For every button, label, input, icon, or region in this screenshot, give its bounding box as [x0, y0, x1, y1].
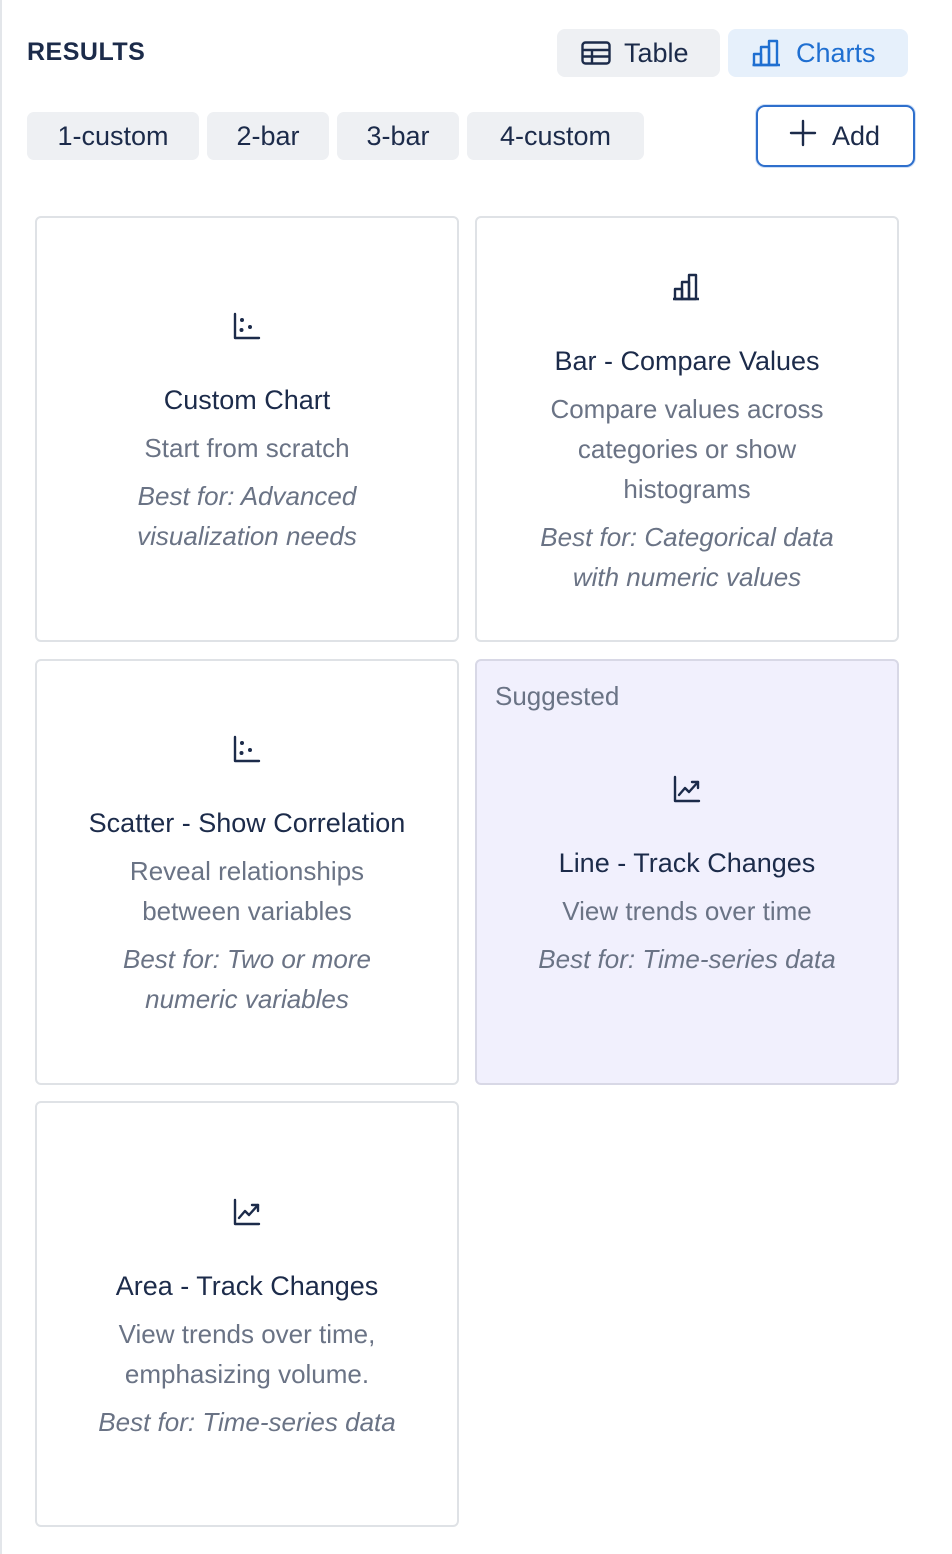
- card-title: Custom Chart: [163, 385, 331, 415]
- tab-3-bar[interactable]: 3-bar: [337, 112, 459, 160]
- scatter-chart-icon: [232, 733, 262, 765]
- card-description: Start from scratch: [144, 433, 350, 463]
- tab-1-custom[interactable]: 1-custom: [27, 112, 199, 160]
- chart-option-scatter[interactable]: Scatter - Show Correlation Reveal relati…: [35, 659, 459, 1085]
- card-best-for: Best for: Categorical data with numeric …: [540, 522, 834, 592]
- add-chart-button[interactable]: Add: [756, 105, 915, 167]
- card-best-for: Best for: Advanced visualization needs: [137, 481, 357, 551]
- chart-option-area[interactable]: Area - Track Changes View trends over ti…: [35, 1101, 459, 1527]
- card-description: Reveal relationships between variables: [129, 856, 365, 926]
- tab-label: 2-bar: [236, 120, 300, 151]
- card-best-for: Best for: Time-series data: [538, 944, 836, 974]
- bar-chart-icon: [672, 271, 702, 303]
- tab-4-custom[interactable]: 4-custom: [467, 112, 644, 160]
- card-description: View trends over time, emphasizing volum…: [118, 1319, 376, 1389]
- charts-view-button[interactable]: Charts: [728, 29, 908, 77]
- chart-option-custom[interactable]: Custom Chart Start from scratch Best for…: [35, 216, 459, 642]
- results-panel: RESULTS Table Charts 1-custom 2-bar 3-ba…: [0, 0, 952, 1554]
- card-title: Bar - Compare Values: [554, 346, 820, 376]
- chart-option-bar[interactable]: Bar - Compare Values Compare values acro…: [475, 216, 899, 642]
- add-label: Add: [832, 120, 881, 151]
- results-heading: RESULTS: [27, 38, 146, 66]
- table-view-button[interactable]: Table: [557, 29, 720, 77]
- suggested-badge: Suggested: [495, 681, 620, 711]
- card-best-for: Best for: Time-series data: [98, 1407, 396, 1437]
- table-view-label: Table: [624, 37, 689, 68]
- tab-label: 4-custom: [499, 120, 612, 151]
- card-title: Scatter - Show Correlation: [88, 808, 406, 838]
- card-description: Compare values across categories or show…: [550, 394, 824, 504]
- card-title: Line - Track Changes: [558, 848, 816, 878]
- card-description: View trends over time: [562, 896, 812, 926]
- tab-2-bar[interactable]: 2-bar: [207, 112, 329, 160]
- line-chart-icon: [672, 773, 702, 805]
- card-best-for: Best for: Two or more numeric variables: [122, 944, 372, 1014]
- charts-view-label: Charts: [796, 37, 876, 68]
- scatter-chart-icon: [232, 310, 262, 342]
- tab-label: 3-bar: [366, 120, 430, 151]
- tab-label: 1-custom: [57, 120, 169, 151]
- table-icon: [581, 41, 611, 65]
- plus-icon: [788, 118, 818, 155]
- area-chart-icon: [232, 1196, 262, 1228]
- card-title: Area - Track Changes: [115, 1271, 379, 1301]
- chart-option-line[interactable]: Suggested Line - Track Changes View tren…: [475, 659, 899, 1085]
- bar-chart-icon: [752, 39, 782, 67]
